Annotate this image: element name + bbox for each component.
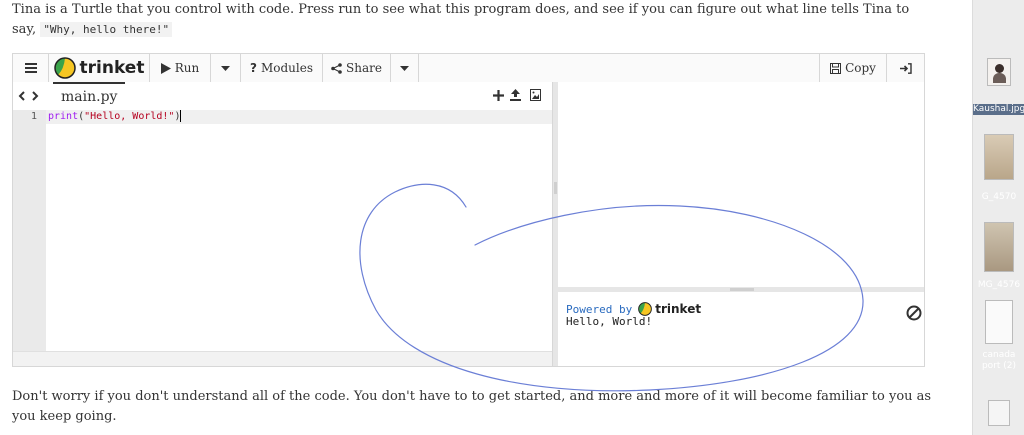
desktop-file[interactable]: G_4570 — [973, 134, 1024, 204]
file-name: Kaushal.jpg — [973, 104, 1024, 115]
file-tab-label: main.py — [61, 88, 118, 105]
clear-console-icon[interactable] — [906, 305, 922, 321]
question-icon: ? — [250, 61, 257, 75]
line-gutter: 1 — [13, 110, 46, 352]
code-string: "Hello, World!" — [84, 111, 175, 122]
share-label: Share — [346, 61, 382, 75]
run-options-dropdown[interactable] — [211, 54, 241, 82]
powered-by-trinket[interactable]: Powered by trinket — [566, 302, 701, 316]
output-pane: Powered by trinket Hello, World! — [558, 82, 924, 366]
image-icon[interactable] — [530, 89, 541, 101]
console-output-text: Hello, World! — [566, 315, 653, 328]
powered-by-brand: trinket — [655, 301, 702, 316]
desktop-file[interactable]: MG_4576 — [973, 222, 1024, 294]
save-icon — [830, 62, 842, 74]
splitter-handle[interactable] — [554, 182, 557, 194]
file-name: canada port (2) — [981, 350, 1017, 371]
console-output: Powered by trinket Hello, World! — [558, 292, 924, 366]
intro-code: "Why, hello there!" — [40, 22, 173, 37]
modules-label: Modules — [260, 61, 313, 75]
menu-button[interactable] — [13, 54, 49, 82]
trinket-toolbar: trinket Run ? Modules Share Copy — [13, 54, 924, 83]
chevron-left-icon[interactable] — [18, 91, 25, 101]
trinket-logo-icon — [638, 302, 653, 316]
graphics-canvas — [558, 82, 924, 287]
share-options-dropdown[interactable] — [391, 54, 419, 82]
chevron-right-icon[interactable] — [32, 91, 39, 101]
share-icon — [331, 62, 342, 74]
console-splitter-handle[interactable] — [730, 288, 754, 291]
powered-by-text: Powered by — [566, 302, 633, 316]
horizontal-scrollbar[interactable] — [13, 351, 552, 366]
caret-down-icon — [221, 65, 230, 71]
powered-by-logo: trinket — [638, 302, 701, 316]
file-name: MG_4576 — [977, 280, 1021, 290]
trinket-logo-text: trinket — [79, 58, 145, 78]
run-button[interactable]: Run — [149, 54, 211, 82]
file-tab-bar: main.py — [13, 82, 552, 109]
intro-paragraph: Tina is a Turtle that you control with c… — [12, 0, 912, 40]
file-thumbnail — [984, 134, 1014, 180]
trinket-logo[interactable]: trinket — [49, 54, 149, 82]
sign-in-icon — [899, 62, 912, 74]
desktop-file[interactable]: canada port (2) — [973, 300, 1024, 380]
trinket-embed: trinket Run ? Modules Share Copy main.py… — [12, 53, 925, 367]
play-icon — [160, 62, 171, 74]
code-line[interactable]: print("Hello, World!") — [48, 110, 182, 124]
desktop-file[interactable]: Kaushal.jpg — [973, 58, 1024, 122]
trinket-logo-icon — [53, 57, 76, 79]
modules-button[interactable]: ? Modules — [241, 54, 323, 82]
file-thumbnail — [985, 300, 1013, 344]
file-name: G_4570 — [981, 192, 1017, 202]
copy-label: Copy — [845, 61, 876, 75]
upload-icon[interactable] — [510, 89, 521, 101]
login-button[interactable] — [887, 54, 924, 82]
copy-button[interactable]: Copy — [819, 54, 887, 82]
outro-paragraph: Don't worry if you don't understand all … — [12, 389, 932, 424]
run-label: Run — [174, 61, 200, 75]
text-cursor — [180, 110, 182, 122]
file-thumbnail — [984, 222, 1014, 272]
code-keyword: print — [48, 111, 79, 122]
hamburger-icon — [24, 63, 37, 73]
share-button[interactable]: Share — [323, 54, 391, 82]
add-file-icon[interactable] — [493, 90, 504, 101]
caret-down-icon — [400, 65, 409, 71]
file-tab-main[interactable]: main.py — [53, 82, 126, 109]
code-editor: main.py 1 print("Hello, World!") — [13, 82, 553, 366]
file-thumbnail — [988, 400, 1010, 426]
desktop-strip: Kaushal.jpg G_4570 MG_4576 canada port (… — [972, 0, 1024, 435]
file-thumbnail — [987, 58, 1011, 86]
desktop-file[interactable] — [973, 400, 1024, 430]
line-number: 1 — [30, 111, 37, 122]
code-area[interactable]: print("Hello, World!") — [46, 110, 552, 352]
